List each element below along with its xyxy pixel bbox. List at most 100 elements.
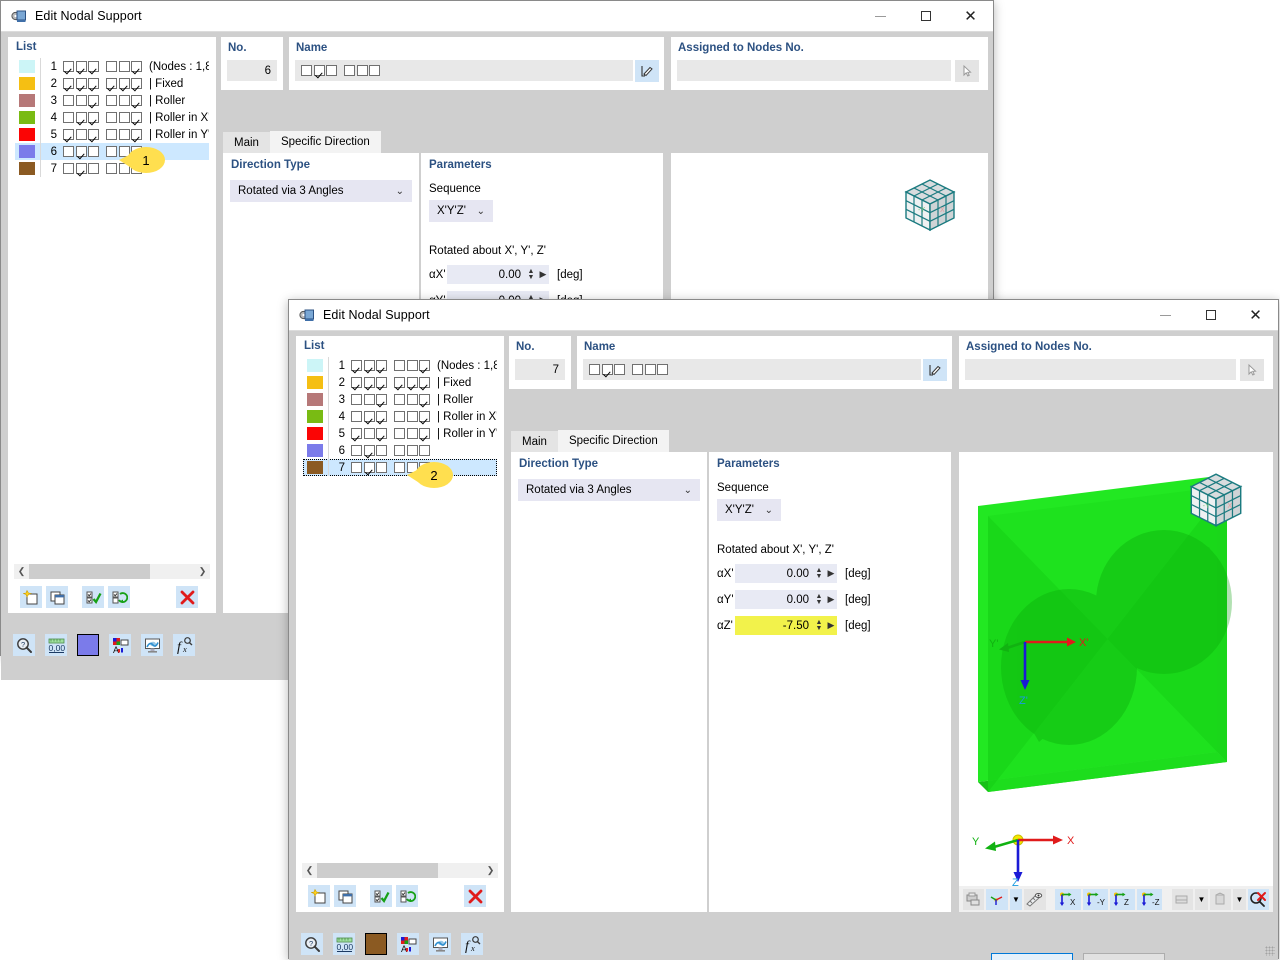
render-button[interactable] (429, 933, 451, 955)
list-item[interactable]: 1 (Nodes : 1,8,11) | H (15, 58, 209, 75)
no-value-field[interactable]: 6 (227, 60, 277, 81)
render-mode-dropdown-chevron-down-icon[interactable]: ▼ (1195, 888, 1208, 910)
scroll-track[interactable] (29, 564, 195, 579)
minimize-button[interactable] (1143, 300, 1188, 331)
list-item[interactable]: 4 | Roller in X' (15, 109, 209, 126)
sequence-select[interactable]: X'Y'Z' ⌄ (717, 499, 781, 521)
angle-more-button[interactable]: ▶ (825, 590, 837, 609)
select-all-button[interactable] (82, 586, 104, 608)
dialog-action-buttons[interactable]: OK Cancel Apply (991, 953, 1257, 960)
assigned-nodes-field[interactable] (677, 60, 951, 81)
color-swatch-button[interactable] (365, 933, 387, 955)
angle-value-input[interactable]: -7.50 (735, 616, 813, 635)
tab-main[interactable]: Main (511, 431, 558, 452)
new-support-button[interactable] (308, 885, 330, 907)
visibility-dropdown[interactable] (1209, 888, 1232, 910)
list-horizontal-scrollbar[interactable]: ❮ ❯ (302, 863, 498, 878)
name-value-field[interactable] (295, 60, 633, 81)
render-button[interactable] (141, 634, 163, 656)
help-button[interactable]: ? (301, 933, 323, 955)
angle-more-button[interactable]: ▶ (825, 616, 837, 635)
scroll-right-arrow[interactable]: ❯ (483, 863, 498, 878)
supports-list[interactable]: 1 (Nodes : 1,8,11) | H 2 | Fixed 3 | Roller 4 |… (14, 57, 210, 562)
assigned-nodes-field[interactable] (965, 359, 1236, 380)
delete-support-button[interactable] (464, 885, 486, 907)
list-toolbar[interactable] (308, 885, 486, 907)
no-value-field[interactable]: 7 (515, 359, 565, 380)
pick-nodes-button[interactable] (955, 60, 979, 82)
list-item[interactable]: 2 | Fixed (303, 374, 497, 391)
sequence-select[interactable]: X'Y'Z' ⌄ (429, 200, 493, 222)
axis-dropdown-chevron-down-icon[interactable]: ▼ (1009, 888, 1023, 910)
angle-more-button[interactable]: ▶ (537, 265, 549, 284)
list-item[interactable]: 3 | Roller (15, 92, 209, 109)
pick-nodes-button[interactable] (1240, 359, 1264, 381)
scroll-track[interactable] (317, 863, 483, 878)
view-neg-z-button[interactable]: -Z (1136, 888, 1163, 910)
cancel-button[interactable]: Cancel (1083, 953, 1165, 960)
copy-support-button[interactable] (334, 885, 356, 907)
window2-viewport[interactable]: X' Y' Z' X Y Z -Y X ▼ X -Y Z -Z ▼ ▼ (959, 452, 1273, 912)
new-support-button[interactable] (20, 586, 42, 608)
list-item[interactable]: 3 | Roller (303, 391, 497, 408)
scroll-left-arrow[interactable]: ❮ (14, 564, 29, 579)
view-z-button[interactable]: Z (1109, 888, 1135, 910)
angle-value-input[interactable]: 0.00 (447, 265, 525, 284)
list-item[interactable]: 7 (15, 160, 209, 177)
window1-controls[interactable]: ✕ (858, 1, 993, 32)
numeric-display-button[interactable]: 0,00 (333, 933, 355, 955)
window1-titlebar[interactable]: Edit Nodal Support ✕ (1, 1, 993, 32)
name-value-field[interactable] (583, 359, 921, 380)
list-item[interactable]: 6 (15, 143, 209, 160)
angle-spinner[interactable]: 0.00▲▼▶ (735, 590, 837, 609)
list-item[interactable]: 6 (303, 442, 497, 459)
visibility-dropdown-chevron-down-icon[interactable]: ▼ (1233, 888, 1246, 910)
list-item[interactable]: 2 | Fixed (15, 75, 209, 92)
list-item[interactable]: 5 | Roller in Y' (15, 126, 209, 143)
close-button[interactable]: ✕ (948, 1, 993, 32)
tab-main[interactable]: Main (223, 132, 270, 153)
copy-support-button[interactable] (46, 586, 68, 608)
supports-list[interactable]: 1 (Nodes : 1,8,11) | H 2 | Fixed 3 | Roller 4 |… (302, 356, 498, 861)
edit-nodal-support-window-2[interactable]: Edit Nodal Support ✕ List 1 (Nodes : 1,8,… (288, 299, 1279, 960)
measure-button[interactable] (1024, 888, 1046, 910)
maximize-button[interactable] (903, 1, 948, 32)
list-item[interactable]: 5 | Roller in Y' (303, 425, 497, 442)
resize-grip[interactable] (1265, 946, 1275, 956)
numeric-display-button[interactable]: 0,00 (45, 634, 67, 656)
ok-button[interactable]: OK (991, 953, 1073, 960)
apply-button[interactable]: Apply (1175, 953, 1257, 960)
angle-value-input[interactable]: 0.00 (735, 590, 813, 609)
direction-type-select[interactable]: Rotated via 3 Angles ⌄ (230, 180, 412, 202)
spinner-arrows[interactable]: ▲▼ (525, 265, 537, 284)
list-item[interactable]: 1 (Nodes : 1,8,11) | H (303, 357, 497, 374)
scroll-thumb[interactable] (29, 564, 151, 579)
viewport-toolbar[interactable]: ▼ X -Y Z -Z ▼ ▼ (959, 886, 1273, 912)
view-neg-y-button[interactable]: -Y (1082, 888, 1108, 910)
edit-name-button[interactable] (635, 60, 659, 82)
formula-button[interactable]: fx (461, 933, 483, 955)
angle-spinner[interactable]: -7.50 ▲ ▼ ▶ (735, 616, 837, 635)
minimize-button[interactable] (858, 1, 903, 32)
scroll-thumb[interactable] (317, 863, 439, 878)
select-all-button[interactable] (370, 885, 392, 907)
delete-support-button[interactable] (176, 586, 198, 608)
edit-name-button[interactable] (923, 359, 947, 381)
list-horizontal-scrollbar[interactable]: ❮ ❯ (14, 564, 210, 579)
reset-zoom-button[interactable] (1247, 888, 1270, 910)
window2-controls[interactable]: ✕ (1143, 300, 1278, 331)
list-item[interactable]: 7 (303, 459, 497, 476)
scroll-right-arrow[interactable]: ❯ (195, 564, 210, 579)
spinner-arrows[interactable]: ▲▼ (813, 616, 825, 635)
list-item[interactable]: 4 | Roller in X' (303, 408, 497, 425)
angle-more-button[interactable]: ▶ (825, 564, 837, 583)
window1-tabs[interactable]: Main Specific Direction (223, 131, 663, 153)
angle-spinner[interactable]: 0.00▲▼▶ (447, 265, 549, 284)
window2-bottom-buttons[interactable]: ? 0,00 Af x (289, 919, 1278, 955)
view-x-button[interactable]: X (1055, 888, 1081, 910)
maximize-button[interactable] (1188, 300, 1233, 331)
render-mode-dropdown[interactable] (1171, 888, 1194, 910)
window2-tabs[interactable]: Main Specific Direction (511, 430, 951, 452)
scroll-left-arrow[interactable]: ❮ (302, 863, 317, 878)
list-toolbar[interactable] (20, 586, 198, 608)
